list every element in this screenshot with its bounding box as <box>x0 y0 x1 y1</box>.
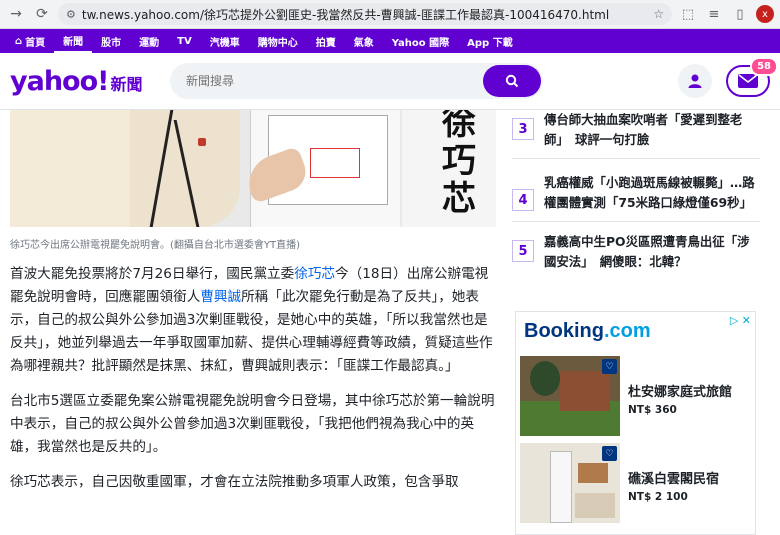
site-info-icon[interactable]: ⚙ <box>66 8 76 21</box>
hotel-name: 杜安娜家庭式旅館 <box>628 385 733 400</box>
user-icon <box>688 74 702 88</box>
nav-international[interactable]: Yahoo 國際 <box>383 29 458 53</box>
article-paragraph: 徐巧芯表示，自己因敬重國軍，才會在立法院推動多項軍人政策，包含爭取 <box>10 474 459 490</box>
article-photo[interactable]: 徐 巧 芯 <box>10 110 496 227</box>
mail-button[interactable]: 58 <box>726 57 778 97</box>
article-paragraph: 首波大罷免投票將於7月26日舉行，國民黨立委徐巧芯今（18日）出席公辦電視罷免說… <box>10 266 493 374</box>
url-text: tw.news.yahoo.com/徐巧芯提外公劉匪史-我當然反共-曹興誠-匪諜… <box>81 7 610 22</box>
trending-item[interactable]: 4 乳癌權威「小跑過斑馬線被輾斃」…路權團體實測「75米路口綠燈僅69秒」 <box>512 159 760 222</box>
top-nav-bar: ⌂ 首頁 新聞 股市 運動 TV 汽機車 購物中心 拍賣 氣象 Yahoo 國際 … <box>0 29 780 53</box>
browser-toolbar: → ⟳ ⚙ tw.news.yahoo.com/徐巧芯提外公劉匪史-我當然反共-… <box>0 0 780 29</box>
trending-headline: 傳台師大抽血案吹哨者「愛遲到整老師」 球評一句打臉 <box>544 112 743 147</box>
nav-auction[interactable]: 拍賣 <box>307 29 345 53</box>
reload-icon[interactable]: ⟳ <box>32 4 52 24</box>
mail-count-badge: 58 <box>750 57 778 76</box>
hotel-price: NT$ 2 100 <box>628 491 688 503</box>
mail-icon <box>738 74 758 88</box>
account-button[interactable] <box>678 64 712 98</box>
extensions-icon[interactable]: ⬚ <box>678 4 698 24</box>
sidebar-icon[interactable]: ▯ <box>730 4 750 24</box>
hotel-image: ♡ <box>520 356 620 436</box>
trending-rank: 5 <box>512 240 534 262</box>
media-control-icon[interactable]: ≡ <box>704 4 724 24</box>
favorite-heart-icon[interactable]: ♡ <box>602 359 617 374</box>
nav-stocks[interactable]: 股市 <box>92 29 130 53</box>
booking-ad[interactable]: Booking.com ▷ ✕ ♡ 杜安娜家庭式旅館 NT$ 360 ♡ 礁溪白… <box>515 311 756 535</box>
yahoo-news-logo[interactable]: yahoo! 新聞 <box>10 66 160 97</box>
nav-app-download[interactable]: App 下載 <box>458 29 522 53</box>
nav-tv[interactable]: TV <box>168 29 201 53</box>
hotel-name: 礁溪白雲閣民宿 <box>628 472 720 487</box>
trending-item[interactable]: 5 嘉義高中生PO災區照遭青鳥出征「涉國安法」 網傻眼：北韓？ <box>512 222 760 280</box>
trending-headline: 嘉義高中生PO災區照遭青鳥出征「涉國安法」 網傻眼：北韓？ <box>544 234 750 269</box>
profile-avatar[interactable]: x <box>756 5 774 23</box>
nav-shopping[interactable]: 購物中心 <box>249 29 307 53</box>
forward-icon[interactable]: → <box>6 4 26 24</box>
adchoices-icon[interactable]: ▷ ✕ <box>730 314 751 327</box>
hotel-image: ♡ <box>520 443 620 523</box>
address-bar[interactable]: ⚙ tw.news.yahoo.com/徐巧芯提外公劉匪史-我當然反共-曹興誠-… <box>58 3 672 25</box>
nav-news[interactable]: 新聞 <box>54 29 93 53</box>
tag-link-xu-chiao-hsin[interactable]: 徐巧芯 <box>294 266 335 282</box>
nav-sports[interactable]: 運動 <box>130 29 168 53</box>
favorite-heart-icon[interactable]: ♡ <box>602 446 617 461</box>
home-icon: ⌂ <box>15 35 23 47</box>
trending-item[interactable]: 3 傳台師大抽血案吹哨者「愛遲到整老師」 球評一句打臉 <box>512 110 760 159</box>
search-button[interactable] <box>483 65 541 97</box>
photo-caption: 徐巧芯今出席公辦電視罷免說明會。(翻攝自台北市選委會YT直播) <box>10 240 301 251</box>
ad-hotel-card[interactable]: ♡ 杜安娜家庭式旅館 NT$ 360 <box>520 356 750 436</box>
tag-link-tsao-hsing-cheng[interactable]: 曹興誠 <box>200 289 241 305</box>
photo-overlay-text: 徐 巧 芯 <box>442 110 476 219</box>
trending-list: 3 傳台師大抽血案吹哨者「愛遲到整老師」 球評一句打臉 4 乳癌權威「小跑過斑馬… <box>512 110 760 280</box>
search-icon <box>505 74 519 88</box>
article-paragraph: 台北市5選區立委罷免案公辦電視罷免說明會今日登場，其中徐巧芯於第一輪說明中表示，… <box>10 393 495 455</box>
ad-hotel-card[interactable]: ♡ 礁溪白雲閣民宿 NT$ 2 100 <box>520 443 750 523</box>
site-header: yahoo! 新聞 58 <box>0 53 780 110</box>
article-column: 徐 巧 芯 徐巧芯今出席公辦電視罷免說明會。(翻攝自台北市選委會YT直播) 首波… <box>10 110 496 494</box>
trending-rank: 4 <box>512 189 534 211</box>
search-bar <box>170 63 543 99</box>
search-input[interactable] <box>186 74 483 88</box>
bookmark-star-icon[interactable]: ☆ <box>653 7 664 21</box>
nav-home[interactable]: ⌂ 首頁 <box>6 29 54 53</box>
trending-headline: 乳癌權威「小跑過斑馬線被輾斃」…路權團體實測「75米路口綠燈僅69秒」 <box>544 175 755 210</box>
hotel-price: NT$ 360 <box>628 404 677 416</box>
booking-logo: Booking.com <box>524 320 651 342</box>
nav-autos[interactable]: 汽機車 <box>201 29 249 53</box>
nav-weather[interactable]: 氣象 <box>345 29 383 53</box>
trending-rank: 3 <box>512 118 534 140</box>
